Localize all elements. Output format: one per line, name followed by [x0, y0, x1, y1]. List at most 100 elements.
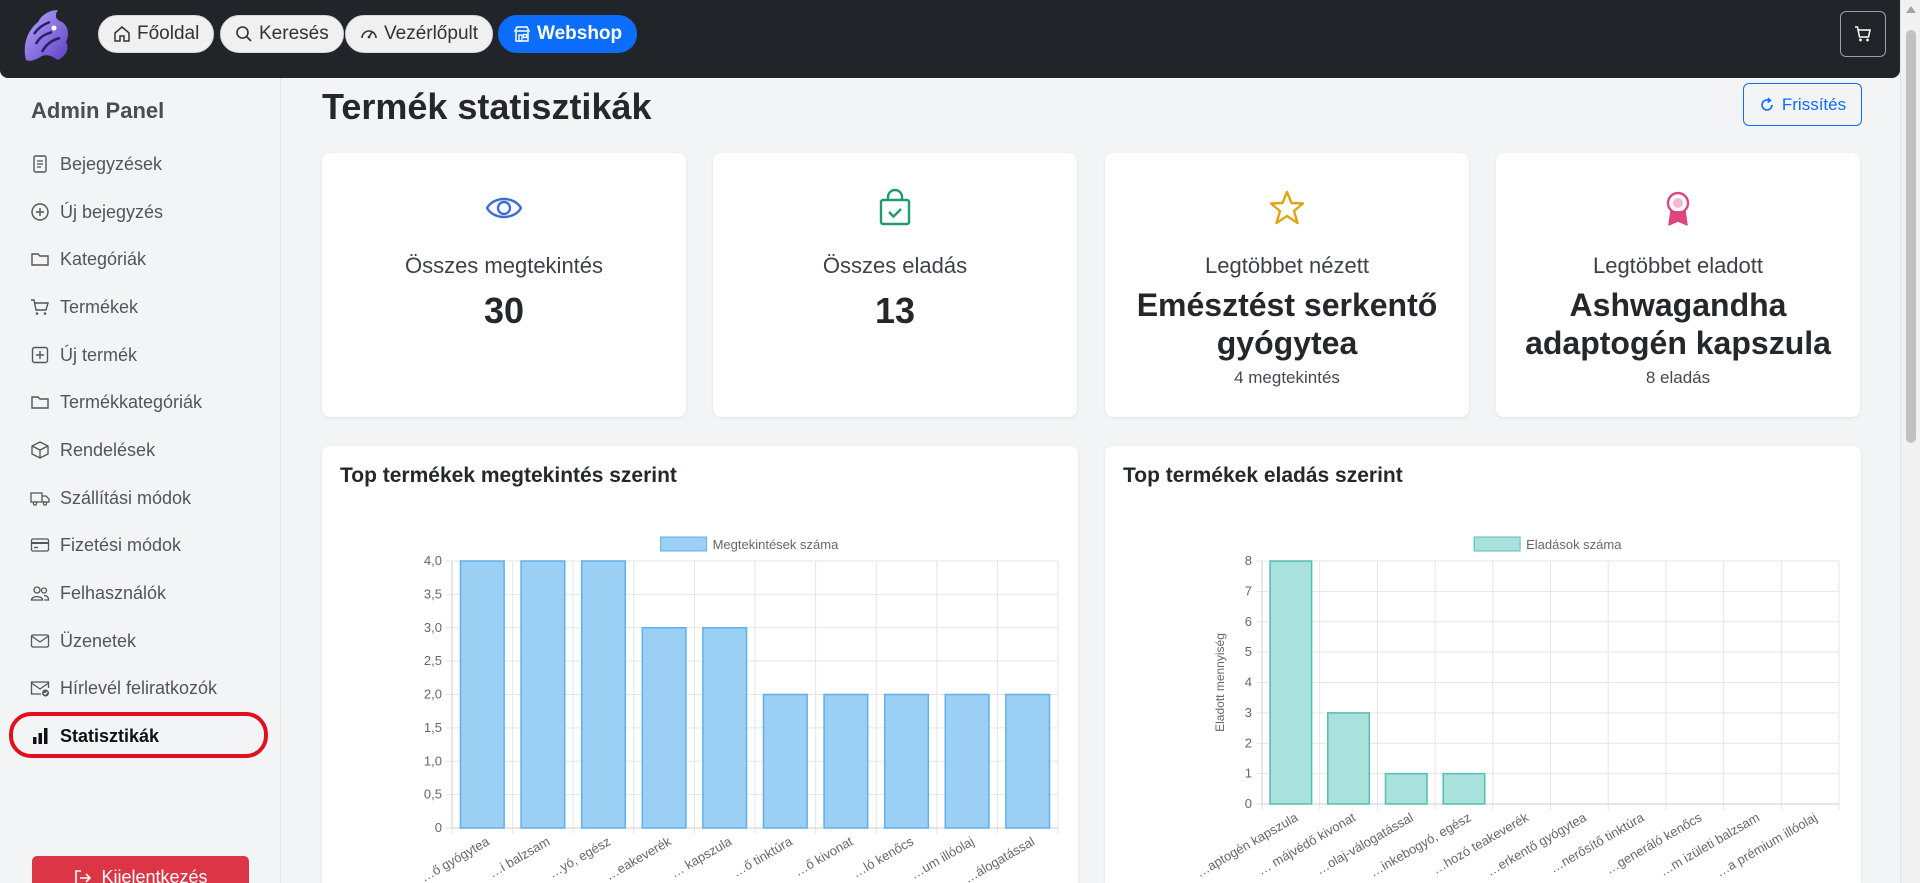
y-tick-label: 3,5 — [424, 586, 442, 601]
page-scrollbar[interactable] — [1900, 0, 1920, 883]
nav-webshop-label: Webshop — [537, 23, 623, 44]
plus-square-icon — [31, 346, 49, 364]
bar — [1442, 772, 1486, 805]
refresh-button[interactable]: Frissítés — [1743, 83, 1862, 126]
sidebar-item-categories[interactable]: Kategóriák — [30, 242, 146, 276]
cart-button[interactable] — [1840, 11, 1886, 57]
bar — [520, 560, 566, 829]
stat-card-most-sold: Legtöbbet eladott Ashwagandha adaptogén … — [1496, 153, 1860, 417]
sidebar-item-messages[interactable]: Üzenetek — [30, 624, 136, 658]
y-tick-label: 0,5 — [424, 787, 442, 802]
y-tick-label: 4,0 — [424, 553, 442, 568]
x-tick-label: …eakeverék — [603, 833, 674, 883]
y-tick-label: 3 — [1245, 705, 1252, 720]
sidebar-item-users[interactable]: Felhasználók — [30, 576, 166, 610]
stat-subtext: 8 eladás — [1645, 368, 1711, 387]
sidebar-item-label: Termékkategóriák — [60, 391, 203, 412]
y-tick-label: 0 — [435, 820, 442, 835]
nav-search-button[interactable]: Keresés — [220, 15, 344, 53]
product-name-line: Emésztést serkentő — [1136, 287, 1438, 323]
logout-label: Kijelentkezés — [101, 867, 208, 883]
logo-icon[interactable] — [12, 4, 78, 70]
bar — [580, 560, 627, 829]
legend-swatch — [1473, 536, 1521, 552]
statistics-highlight-annotation — [9, 712, 268, 758]
bar — [641, 627, 687, 829]
stat-value: 13 — [874, 290, 916, 331]
legend-label: Eladások száma — [1526, 537, 1622, 552]
nav-dashboard-label: Vezérlőpult — [384, 23, 479, 44]
views-bar-chart: Megtekintések száma 0 0,5 1,0 1,5 2,0 2,5 3,0 3,… — [418, 536, 1059, 883]
y-tick-label: 1,5 — [424, 720, 442, 735]
x-tick-label: …inkebogyó, egész — [1367, 810, 1473, 880]
y-tick-label: 2 — [1245, 735, 1252, 750]
product-name-line: adaptogén kapszula — [1525, 325, 1831, 361]
sidebar-item-label: Üzenetek — [60, 630, 137, 651]
x-tick-label: …i balzsam — [486, 834, 552, 881]
x-tick-label: …erkentő gyógytea — [1484, 809, 1590, 879]
y-tick-label: 2,5 — [424, 653, 442, 668]
folder-icon — [31, 396, 49, 409]
x-tick-label: …yó, egész — [546, 834, 613, 881]
stat-label: Legtöbbet eladott — [1592, 253, 1764, 278]
x-tick-label: …hozó teakeverék — [1430, 809, 1532, 876]
stat-label: Összes megtekintés — [404, 253, 604, 278]
bar — [883, 693, 930, 829]
y-tick-label: 7 — [1245, 583, 1252, 598]
eye-icon — [485, 197, 523, 219]
users-icon — [30, 586, 50, 601]
sidebar-item-product-categories[interactable]: Termékkategóriák — [30, 385, 202, 419]
plus-circle-icon — [31, 203, 49, 221]
award-icon — [1666, 191, 1690, 226]
x-tick-label: …olaj-válogatással — [1313, 810, 1416, 878]
nav-dashboard-button[interactable]: Vezérlőpult — [345, 15, 494, 53]
sidebar-item-payment-methods[interactable]: Fizetési módok — [30, 528, 181, 562]
sidebar-item-products[interactable]: Termékek — [30, 290, 138, 324]
y-tick-label: 1 — [1245, 766, 1252, 781]
stat-subtext: 4 megtekintés — [1234, 368, 1340, 387]
chart-legend: Megtekintések száma — [660, 536, 839, 552]
y-tick-label: 6 — [1245, 614, 1252, 629]
sidebar-item-posts[interactable]: Bejegyzések — [30, 147, 162, 181]
y-tick-label: 3,0 — [424, 620, 442, 635]
sidebar-title: Admin Panel — [31, 98, 165, 123]
sidebar-item-new-product[interactable]: Új termék — [30, 338, 137, 372]
x-tick-label: …aptogén kapszula — [1193, 809, 1301, 880]
sidebar-item-new-post[interactable]: Új bejegyzés — [30, 195, 163, 229]
sidebar-item-label: Termékek — [60, 296, 139, 317]
x-tick-label: …ő kivonat — [792, 833, 856, 879]
search-icon — [236, 26, 252, 42]
sidebar-item-shipping-methods[interactable]: Szállítási módok — [30, 481, 191, 515]
refresh-icon — [1761, 96, 1773, 111]
sidebar-item-label: Felhasználók — [60, 582, 167, 603]
x-tick-label: … kapszula — [668, 833, 735, 880]
nav-webshop-button[interactable]: Webshop — [498, 15, 638, 53]
shop-icon — [513, 26, 531, 42]
y-tick-label: 0 — [1245, 796, 1252, 811]
most-sold-product-name: Ashwagandha adaptogén kapszula — [1506, 286, 1850, 362]
shopping-bag-check-icon — [879, 188, 911, 226]
bar — [1269, 560, 1313, 805]
y-tick-label: 5 — [1245, 644, 1252, 659]
sales-bar-chart: Eladások száma 0 1 2 3 4 5 6 7 8 Eladott mennyiség… — [1193, 536, 1840, 880]
scroll-up-arrow-icon[interactable] — [1906, 6, 1916, 13]
stat-label: Legtöbbet nézett — [1205, 253, 1369, 278]
sidebar-item-label: Új termék — [60, 344, 138, 365]
x-tick-label: …generáló kenőcs — [1603, 809, 1705, 876]
x-tick-label: …a prémium illóolaj — [1713, 810, 1819, 880]
credit-card-icon — [30, 538, 50, 552]
truck-icon — [30, 492, 50, 506]
y-tick-label: 2,0 — [424, 687, 442, 702]
x-tick-label: …ő gyógytea — [418, 833, 493, 883]
nav-home-button[interactable]: Főoldal — [98, 15, 215, 53]
nav-home-label: Főoldal — [137, 23, 200, 44]
scrollbar-thumb[interactable] — [1906, 30, 1916, 443]
sidebar-item-orders[interactable]: Rendelések — [30, 433, 155, 467]
logout-button[interactable]: Kijelentkezés — [32, 856, 249, 883]
sidebar-item-newsletter-subscribers[interactable]: Hírlevél feliratkozók — [30, 671, 217, 705]
bar — [1005, 693, 1051, 829]
logout-icon — [75, 869, 92, 883]
y-axis-label: Eladott mennyiség — [1213, 633, 1227, 732]
stat-card-total-views: Összes megtekintés 30 — [322, 153, 686, 417]
x-tick-label: …ő tinktúra — [730, 833, 796, 880]
